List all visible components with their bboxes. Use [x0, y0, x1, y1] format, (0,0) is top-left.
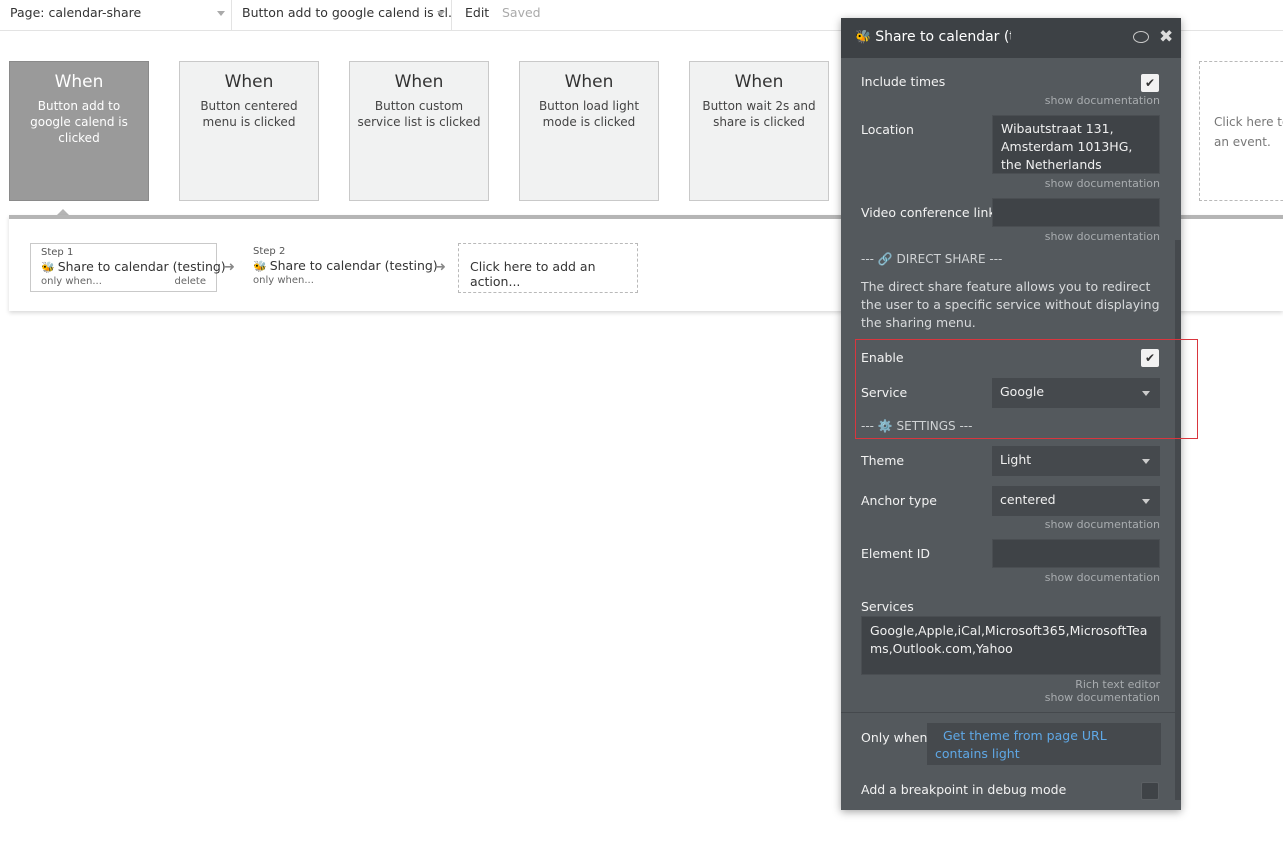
- panel-title: 🐝Share to calendar (te:: [855, 29, 1011, 45]
- close-icon[interactable]: ✖: [1159, 27, 1173, 47]
- show-documentation-link[interactable]: show documentation: [1045, 518, 1160, 531]
- chevron-down-icon: [437, 11, 445, 16]
- event-when: When: [394, 72, 444, 92]
- page-select[interactable]: Page: calendar-share: [0, 0, 232, 30]
- page-select-label: Page: calendar-share: [10, 5, 142, 20]
- element-id-label: Element ID: [861, 546, 931, 561]
- event-when: When: [564, 72, 614, 92]
- event-card-wait-share[interactable]: When Button wait 2s and share is clicked: [689, 61, 829, 201]
- include-times-checkbox[interactable]: ✔: [1141, 74, 1159, 92]
- include-times-label: Include times: [861, 74, 946, 89]
- panel-scrollbar[interactable]: [1175, 240, 1181, 800]
- event-when: When: [734, 72, 784, 92]
- show-documentation-link[interactable]: show documentation: [1045, 691, 1160, 704]
- step-name: 🐝 Share to calendar (testing): [41, 259, 226, 274]
- arrow-right-icon: ➜: [435, 260, 446, 275]
- event-desc: Button custom service list is clicked: [357, 99, 481, 129]
- event-select-label: Button add to google calend is cl...: [242, 5, 452, 20]
- location-input[interactable]: Wibautstraat 131, Amsterdam 1013HG, the …: [992, 115, 1160, 174]
- only-when-link[interactable]: only when...: [253, 275, 314, 286]
- event-when: When: [224, 72, 274, 92]
- only-when-expression[interactable]: Get theme from page URL contains light: [935, 728, 1107, 761]
- delete-step-link[interactable]: delete: [174, 276, 206, 287]
- breakpoint-label: Add a breakpoint in debug mode: [861, 782, 1067, 797]
- direct-share-description: The direct share feature allows you to r…: [861, 279, 1160, 330]
- show-documentation-link[interactable]: show documentation: [1045, 94, 1160, 107]
- step-label: Step 2: [253, 246, 286, 257]
- show-documentation-link[interactable]: show documentation: [1045, 571, 1160, 584]
- comment-icon[interactable]: [1133, 31, 1149, 43]
- add-action-button[interactable]: Click here to add an action...: [458, 243, 638, 293]
- arrow-right-icon: ➜: [224, 260, 235, 275]
- theme-dropdown[interactable]: Light: [992, 446, 1160, 476]
- chevron-down-icon: [1142, 499, 1150, 504]
- rich-text-editor-link[interactable]: Rich text editor: [1075, 678, 1160, 691]
- event-when: When: [54, 72, 104, 92]
- action-step-2[interactable]: Step 2 🐝 Share to calendar (testing) only…: [243, 243, 438, 292]
- edit-menu[interactable]: Edit: [465, 5, 489, 20]
- event-card-centered-menu[interactable]: When Button centered menu is clicked: [179, 61, 319, 201]
- bee-icon: 🐝: [41, 261, 55, 274]
- event-desc: Button add to google calend is clicked: [30, 99, 128, 145]
- step-footer: only when... delete: [41, 276, 206, 287]
- step-name-text: Share to calendar (testing): [57, 259, 226, 274]
- bee-icon: 🐝: [253, 260, 267, 273]
- direct-share-section-header: --- 🔗 DIRECT SHARE ---: [861, 252, 1003, 266]
- panel-divider: [841, 712, 1175, 713]
- step-name: 🐝 Share to calendar (testing): [253, 258, 438, 273]
- bee-icon: 🐝: [855, 30, 872, 45]
- breakpoint-checkbox[interactable]: [1141, 782, 1159, 800]
- event-desc: Button wait 2s and share is clicked: [702, 99, 816, 129]
- chevron-down-icon: [217, 11, 225, 16]
- step-label: Step 1: [41, 247, 74, 258]
- action-step-1[interactable]: Step 1 🐝 Share to calendar (testing) only…: [30, 243, 226, 292]
- only-when-condition[interactable]: Get theme from page URL contains light: [927, 723, 1161, 765]
- video-link-input[interactable]: [992, 198, 1160, 227]
- video-link-label: Video conference link: [861, 205, 996, 220]
- theme-dropdown-value: Light: [1000, 452, 1032, 467]
- location-label: Location: [861, 122, 914, 137]
- panel-title-text: Share to calendar (te:: [875, 29, 1011, 45]
- event-desc: Button centered menu is clicked: [200, 99, 298, 129]
- anchor-type-label: Anchor type: [861, 493, 937, 508]
- only-when-label: Only when: [861, 730, 928, 745]
- anchor-type-dropdown-value: centered: [1000, 492, 1056, 507]
- element-id-input[interactable]: [992, 539, 1160, 568]
- anchor-type-dropdown[interactable]: centered: [992, 486, 1160, 516]
- highlight-box: [855, 339, 1198, 439]
- step-name-text: Share to calendar (testing): [269, 258, 438, 273]
- chevron-down-icon: [1142, 459, 1150, 464]
- only-when-link[interactable]: only when...: [41, 276, 102, 287]
- show-documentation-link[interactable]: show documentation: [1045, 230, 1160, 243]
- saved-status: Saved: [502, 5, 541, 20]
- event-card-light-mode[interactable]: When Button load light mode is clicked: [519, 61, 659, 201]
- services-label: Services: [861, 599, 914, 614]
- event-card-add-google[interactable]: When Button add to google calend is clic…: [9, 61, 149, 201]
- event-select[interactable]: Button add to google calend is cl...: [232, 0, 452, 30]
- step-footer: only when...: [253, 275, 420, 286]
- event-card-custom-service[interactable]: When Button custom service list is click…: [349, 61, 489, 201]
- services-input[interactable]: Google,Apple,iCal,Microsoft365,Microsoft…: [861, 616, 1161, 675]
- panel-header[interactable]: 🐝Share to calendar (te: ✖: [841, 18, 1181, 58]
- theme-label: Theme: [861, 453, 905, 468]
- show-documentation-link[interactable]: show documentation: [1045, 177, 1160, 190]
- event-desc: Button load light mode is clicked: [538, 99, 640, 129]
- add-event-button[interactable]: Click here to add an event.: [1199, 61, 1283, 201]
